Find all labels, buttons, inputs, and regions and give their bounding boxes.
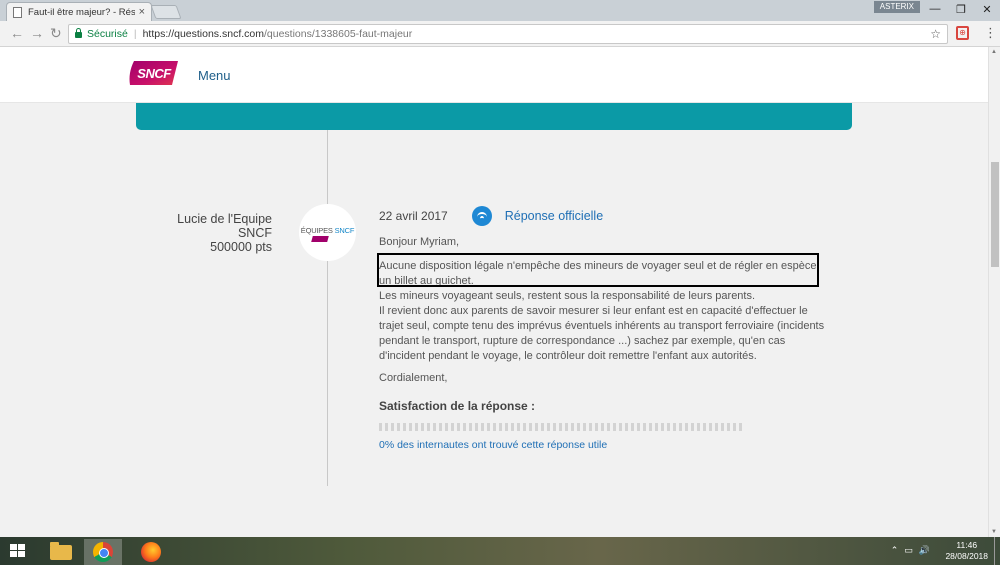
tab-title: Faut-il être majeur? - Rés (28, 6, 135, 18)
author-points: 500000 pts (210, 240, 272, 254)
url-path: /questions/1338605-faut-majeur (264, 28, 413, 40)
chrome-icon (93, 542, 113, 562)
sncf-mini-logo-icon (311, 236, 329, 242)
answer-greeting: Bonjour Myriam, (379, 236, 460, 248)
new-tab-button[interactable] (150, 5, 182, 19)
show-desktop-button[interactable] (994, 537, 1000, 565)
answer-date: 22 avril 2017 (379, 209, 448, 223)
extension-icon[interactable]: ⊕ (956, 26, 969, 40)
windows-taskbar: ⌃ ▭ 🔊 11:46 28/08/2018 (0, 537, 1000, 565)
answer-meta: 22 avril 2017 Réponse officielle (379, 206, 829, 226)
scrollbar-thumb[interactable] (991, 162, 999, 267)
site-header: SNCF Menu (0, 47, 988, 103)
browser-toolbar: ← → ↻ Sécurisé | https://questions.sncf.… (0, 21, 1000, 47)
taskbar-chrome[interactable] (84, 539, 122, 565)
clock-date: 28/08/2018 (945, 551, 988, 561)
forward-button[interactable]: → (30, 25, 44, 41)
timeline-line (327, 130, 328, 486)
avatar-label-brand: SNCF (334, 226, 355, 235)
browser-menu-icon[interactable]: ⋮ (984, 25, 997, 41)
clock-time: 11:46 (956, 540, 978, 550)
back-button[interactable]: ← (10, 25, 24, 41)
taskbar-file-explorer[interactable] (42, 539, 80, 565)
url-host: https://questions.sncf.com (142, 28, 264, 40)
windows-start-icon[interactable] (10, 544, 25, 558)
teal-banner (136, 103, 852, 130)
avatar-label-prefix: ÉQUIPES (300, 226, 333, 235)
author-name: Lucie de l'Equipe (177, 212, 272, 226)
satisfaction-label: Satisfaction de la réponse : (379, 399, 536, 413)
system-tray: ⌃ ▭ 🔊 (891, 545, 930, 556)
profile-badge[interactable]: ASTERIX (873, 1, 920, 13)
useful-percentage-text: 0% des internautes ont trouvé cette répo… (379, 439, 608, 451)
tray-expand-icon[interactable]: ⌃ (891, 545, 899, 556)
menu-link[interactable]: Menu (198, 68, 231, 83)
scroll-down-icon[interactable]: ▼ (991, 529, 997, 535)
browser-titlebar: Faut-il être majeur? - Rés × ASTERIX — ❐… (0, 0, 1000, 21)
address-bar[interactable]: Sécurisé | https://questions.sncf.com/qu… (68, 24, 948, 44)
official-badge-icon (471, 206, 492, 226)
avatar-label: ÉQUIPES SNCF (299, 226, 356, 235)
official-label: Réponse officielle (504, 209, 604, 223)
document-icon (13, 6, 22, 18)
browser-tab[interactable]: Faut-il être majeur? - Rés × (6, 2, 152, 21)
reload-button[interactable]: ↻ (50, 25, 62, 42)
tab-close-button[interactable]: × (139, 6, 145, 18)
answer-sign-off: Cordialement, (379, 372, 448, 384)
author-team: SNCF (237, 226, 272, 240)
answer-paragraph: Les mineurs voyageant seuls, restent sou… (379, 290, 756, 302)
page-viewport: SNCF Menu Lucie de l'Equipe SNCF 500000 … (0, 47, 988, 537)
answer-content: 22 avril 2017 Réponse officielle Bonjour… (379, 206, 829, 451)
avatar[interactable]: ÉQUIPES SNCF (299, 204, 356, 261)
close-window-button[interactable]: ✕ (974, 0, 1000, 18)
page-scrollbar[interactable]: ▲ ▼ (988, 47, 1000, 537)
restore-button[interactable]: ❐ (948, 0, 974, 18)
window-controls: — ❐ ✕ (922, 0, 1000, 18)
satisfaction-progress-bar (379, 423, 743, 431)
scroll-up-icon[interactable]: ▲ (991, 49, 997, 55)
firefox-icon (141, 542, 161, 562)
highlight-rectangle (377, 253, 819, 287)
tray-volume-icon[interactable]: 🔊 (919, 545, 930, 556)
address-separator: | (133, 28, 137, 40)
url-text: https://questions.sncf.com/questions/133… (143, 28, 413, 40)
folder-icon (50, 541, 72, 560)
minimize-button[interactable]: — (922, 0, 948, 18)
tray-battery-icon[interactable]: ▭ (904, 545, 913, 556)
bookmark-star-icon[interactable]: ☆ (930, 27, 941, 41)
lock-icon (75, 28, 82, 38)
logo-text: SNCF (137, 65, 171, 81)
answer-paragraph: Il revient donc aux parents de savoir me… (379, 305, 825, 362)
taskbar-firefox[interactable] (132, 539, 170, 565)
author-info: Lucie de l'Equipe SNCF 500000 pts (177, 212, 272, 254)
taskbar-clock[interactable]: 11:46 28/08/2018 (945, 540, 988, 562)
secure-label: Sécurisé (87, 28, 128, 40)
sncf-logo[interactable]: SNCF (128, 59, 180, 87)
